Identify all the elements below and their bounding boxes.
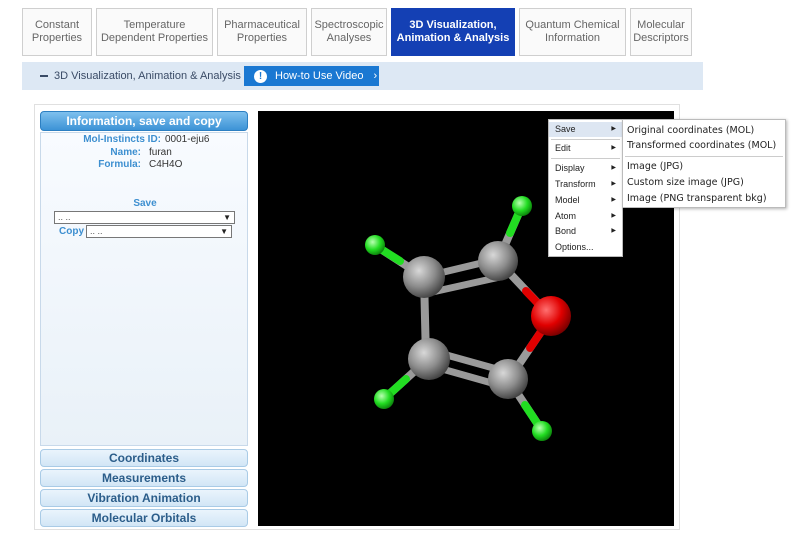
menu-item-display[interactable]: Display ▶ (549, 161, 622, 176)
coordinates-section[interactable]: Coordinates (40, 449, 248, 467)
save-image-jpg[interactable]: Image (JPG) (623, 159, 785, 174)
tab-label-line2: Properties (236, 32, 288, 44)
tab-label-line1: Pharmaceutical (224, 19, 300, 31)
save-select[interactable]: .. .. ▼ (54, 211, 235, 224)
carbon-atom (408, 338, 450, 380)
menu-item-label: Edit (555, 143, 571, 153)
submenu-arrow-icon: ▶ (611, 197, 616, 203)
how-to-video-button[interactable]: ! How-to Use Video › (244, 66, 379, 86)
tab-label-line1: Constant (34, 19, 79, 31)
panel-body: Mol-Instincts ID: 0001-eju6 Name: furan … (40, 132, 248, 446)
hydrogen-atom (374, 389, 394, 409)
name-value: furan (149, 147, 172, 158)
menu-item-transform[interactable]: Transform ▶ (549, 177, 622, 192)
tab-pharmaceutical[interactable]: Pharmaceutical Properties (217, 8, 307, 56)
tab-3d-visualization[interactable]: 3D Visualization, Animation & Analysis (391, 8, 515, 56)
tab-label-line2: Information (544, 32, 601, 44)
chevron-right-icon: › (373, 70, 378, 82)
page: Constant Properties Temperature Dependent … (0, 0, 805, 539)
save-submenu: Original coordinates (MOL) Transformed c… (622, 119, 786, 208)
breadcrumb-label: 3D Visualization, Animation & Analysis (54, 70, 241, 82)
tab-label-line2: Descriptors (633, 32, 689, 44)
vibration-animation-section[interactable]: Vibration Animation (40, 489, 248, 507)
submenu-arrow-icon: ▶ (611, 165, 616, 171)
submenu-arrow-icon: ▶ (611, 228, 616, 234)
menu-item-label: Atom (555, 211, 577, 221)
oxygen-atom (531, 296, 571, 336)
formula-value: C4H4O (149, 159, 183, 170)
tab-label-line1: Quantum Chemical (525, 19, 620, 31)
tab-constant-properties[interactable]: Constant Properties (22, 8, 92, 56)
menu-item-atom[interactable]: Atom ▶ (549, 209, 622, 224)
menu-item-label: Model (555, 195, 580, 205)
save-image-png[interactable]: Image (PNG transparent bkg) (623, 191, 785, 206)
name-label: Name: (110, 147, 141, 158)
submenu-arrow-icon: ▶ (611, 145, 616, 151)
copy-label: Copy (59, 226, 84, 237)
tab-label-line1: Molecular (637, 19, 685, 31)
menu-item-bond[interactable]: Bond ▶ (549, 224, 622, 239)
tab-label-line2: Animation & Analysis (396, 32, 510, 44)
mol-id-value: 0001-eju6 (165, 134, 210, 145)
save-custom-size-image[interactable]: Custom size image (JPG) (623, 175, 785, 190)
carbon-atom (478, 241, 518, 281)
copy-select[interactable]: .. .. ▼ (86, 225, 232, 238)
viewer-context-menu: Save ▶ Edit ▶ Display ▶ Transform ▶ Model ▶ A… (548, 119, 623, 257)
submenu-arrow-icon: ▶ (611, 126, 616, 132)
bonds (372, 204, 555, 433)
menu-divider (551, 139, 620, 140)
tab-label-line2: Dependent Properties (100, 32, 208, 44)
hydrogen-atom (532, 421, 552, 441)
submenu-arrow-icon: ▶ (611, 181, 616, 187)
measurements-section[interactable]: Measurements (40, 469, 248, 487)
info-icon: ! (254, 69, 267, 83)
copy-select-value: .. .. (90, 226, 103, 236)
menu-divider (551, 158, 620, 159)
section-bar: 3D Visualization, Animation & Analysis !… (22, 62, 703, 90)
mol-id-label: Mol-Instincts ID: (83, 134, 161, 145)
carbon-atom (488, 359, 528, 399)
menu-item-save[interactable]: Save ▶ (549, 122, 622, 137)
menu-item-label: Bond (555, 226, 577, 236)
menu-item-edit[interactable]: Edit ▶ (549, 141, 622, 156)
chevron-down-icon: ▼ (220, 227, 228, 236)
breadcrumb[interactable]: 3D Visualization, Animation & Analysis (40, 70, 241, 82)
hydrogen-bond-ends (372, 204, 555, 433)
molecular-orbitals-section[interactable]: Molecular Orbitals (40, 509, 248, 527)
menu-item-label: Options... (555, 242, 594, 252)
save-original-coordinates[interactable]: Original coordinates (MOL) (623, 123, 785, 138)
menu-item-options[interactable]: Options... (549, 240, 622, 255)
property-tabs: Constant Properties Temperature Dependent … (22, 8, 696, 56)
tab-label-line1: Temperature (123, 19, 186, 31)
menu-item-label: Transform (555, 179, 596, 189)
submenu-arrow-icon: ▶ (611, 213, 616, 219)
panel-title[interactable]: Information, save and copy (40, 111, 248, 131)
save-select-value: .. .. (58, 212, 71, 222)
tab-label-line1: Spectroscopic (314, 19, 384, 31)
tab-molecular-descriptors[interactable]: Molecular Descriptors (630, 8, 692, 56)
menu-item-label: Save (555, 124, 576, 134)
save-transformed-coordinates[interactable]: Transformed coordinates (MOL) (623, 138, 785, 153)
menu-item-label: Display (555, 163, 585, 173)
hydrogen-atom (512, 196, 532, 216)
menu-divider (625, 156, 783, 157)
collapse-icon (40, 75, 48, 77)
hydrogen-atom (365, 235, 385, 255)
tab-quantum-chemical[interactable]: Quantum Chemical Information (519, 8, 626, 56)
menu-item-model[interactable]: Model ▶ (549, 193, 622, 208)
carbon-atom (403, 256, 445, 298)
tab-label-line2: Analyses (326, 32, 372, 44)
tab-label-line2: Properties (31, 32, 83, 44)
save-label: Save (133, 198, 157, 209)
info-panel: Information, save and copy Mol-Instincts… (40, 111, 248, 529)
formula-label: Formula: (98, 159, 141, 170)
tab-temperature-dependent[interactable]: Temperature Dependent Properties (96, 8, 213, 56)
tab-spectroscopic[interactable]: Spectroscopic Analyses (311, 8, 387, 56)
how-to-video-label: How-to Use Video (275, 70, 364, 82)
chevron-down-icon: ▼ (223, 213, 231, 222)
tab-label-line1: 3D Visualization, (409, 19, 497, 31)
